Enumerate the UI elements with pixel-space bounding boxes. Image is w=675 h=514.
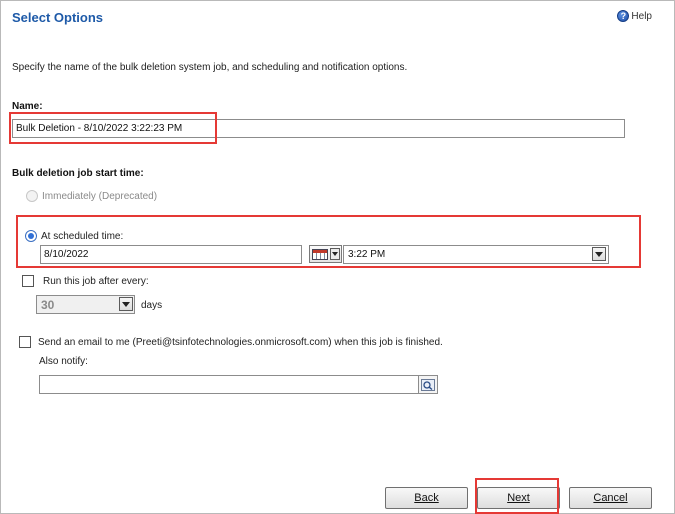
recurrence-checkbox[interactable]	[22, 275, 34, 287]
chevron-down-icon[interactable]	[592, 247, 606, 261]
date-picker-button[interactable]	[309, 245, 342, 263]
chevron-down-icon[interactable]	[119, 297, 133, 311]
dialog-description: Specify the name of the bulk deletion sy…	[12, 62, 408, 73]
scheduled-label: At scheduled time:	[41, 230, 124, 242]
name-input[interactable]	[12, 119, 625, 138]
immediately-option[interactable]: Immediately (Deprecated)	[26, 190, 157, 202]
dialog-window: Select Options ? Help Specify the name o…	[0, 0, 675, 514]
scheduled-date-input[interactable]	[40, 245, 302, 264]
chevron-down-icon	[330, 248, 340, 260]
immediately-label: Immediately (Deprecated)	[42, 190, 158, 202]
email-notification-checkbox[interactable]	[19, 336, 31, 348]
recurrence-unit-label: days	[141, 300, 163, 311]
scheduled-time-value: 3:22 PM	[348, 249, 386, 260]
recurrence-interval-value: 30	[41, 298, 55, 312]
help-label: Help	[631, 10, 652, 22]
lookup-icon	[421, 378, 435, 391]
calendar-icon	[312, 248, 328, 260]
immediately-radio[interactable]	[26, 190, 38, 202]
email-notification-label: Send an email to me (Preeti@tsinfotechno…	[38, 337, 443, 348]
cancel-button[interactable]: Cancel	[569, 487, 652, 509]
scheduled-option[interactable]: At scheduled time:	[25, 230, 123, 242]
also-notify-input[interactable]	[39, 375, 419, 394]
recurrence-label: Run this job after every:	[43, 276, 149, 287]
scheduled-radio[interactable]	[25, 230, 37, 242]
also-notify-label: Also notify:	[39, 356, 88, 367]
help-link[interactable]: ? Help	[617, 10, 652, 22]
back-button[interactable]: Back	[385, 487, 468, 509]
name-label: Name:	[12, 101, 43, 112]
lookup-button[interactable]	[418, 375, 438, 394]
next-button[interactable]: Next	[477, 487, 560, 509]
help-icon: ?	[617, 10, 630, 22]
scheduled-time-select[interactable]: 3:22 PM	[343, 245, 609, 264]
dialog-title: Select Options	[12, 10, 104, 25]
start-time-label: Bulk deletion job start time:	[12, 168, 144, 179]
